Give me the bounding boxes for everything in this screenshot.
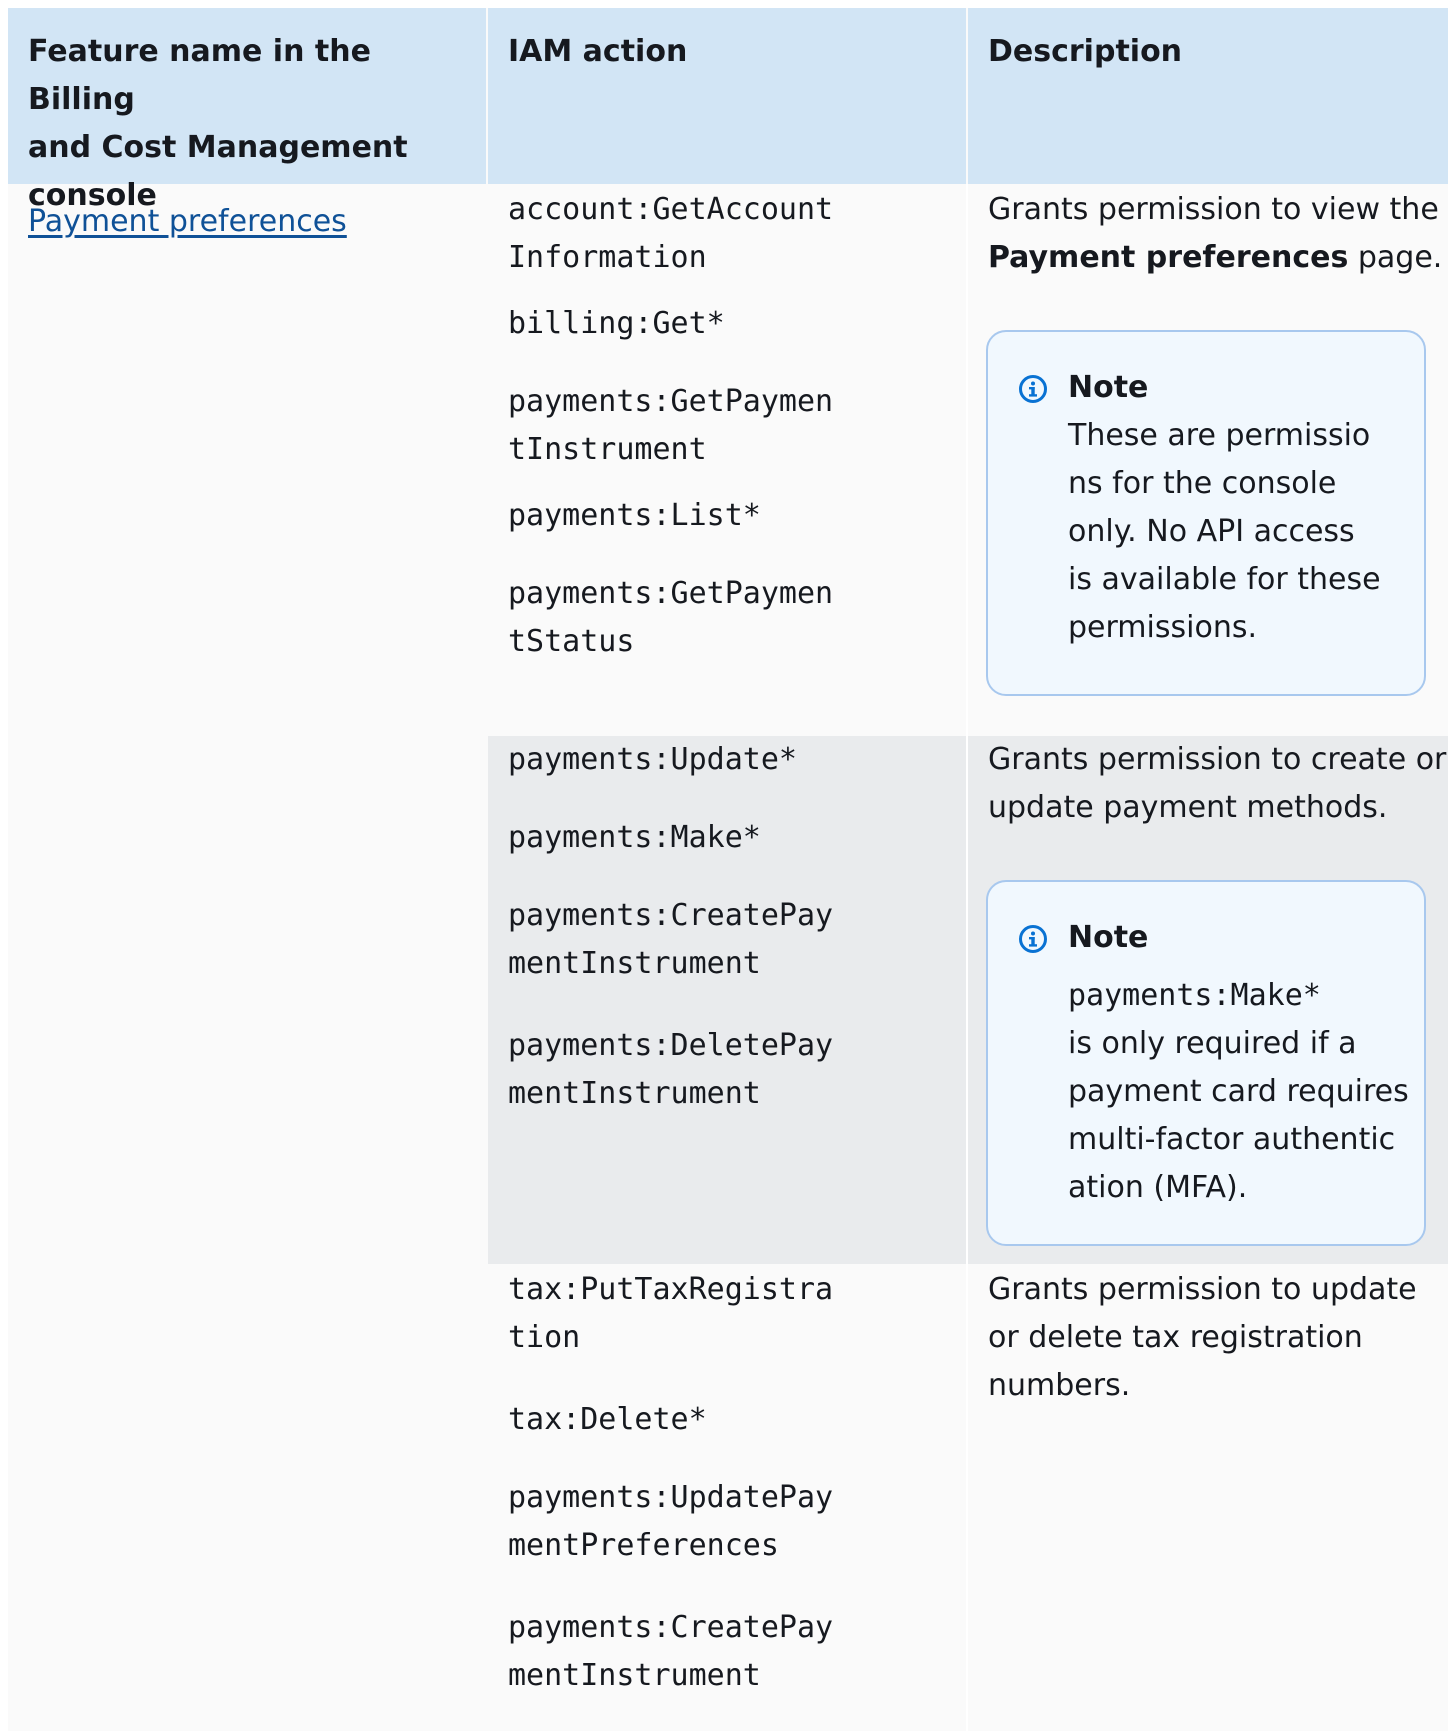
action-create-payment-instrument: payments:CreatePay mentInstrument — [508, 1604, 833, 1700]
action-put-tax-registration: tax:PutTaxRegistra tion — [508, 1266, 833, 1362]
action-payments-list: payments:List* — [508, 492, 761, 540]
row-2-description: Grants permission to create or update pa… — [988, 736, 1446, 832]
action-line: tStatus — [508, 624, 635, 659]
header-description-label: Description — [988, 34, 1183, 69]
action-line: payments:Make* — [508, 820, 761, 855]
description-bold-text: Payment preferences — [988, 240, 1349, 275]
action-line: mentInstrument — [508, 1076, 761, 1111]
action-line: mentPreferences — [508, 1528, 779, 1563]
info-icon — [1019, 925, 1047, 953]
action-line: tax:PutTaxRegistra — [508, 1272, 834, 1307]
note-code: payments:Make* — [1068, 978, 1321, 1013]
action-line: mentInstrument — [508, 1658, 761, 1693]
header-feature-line: Feature name in the Billing — [28, 34, 371, 117]
action-line: payments:DeletePay — [508, 1028, 834, 1063]
info-icon — [1019, 375, 1047, 403]
header-iam-action: IAM action — [488, 8, 966, 184]
action-payments-update: payments:Update* — [508, 736, 797, 784]
action-get-payment-instrument: payments:GetPaymen tInstrument — [508, 378, 833, 474]
note-line: only. No API access — [1068, 514, 1355, 549]
note-line: multi-factor authentic — [1068, 1122, 1396, 1157]
action-line: tax:Delete* — [508, 1402, 707, 1437]
action-line: account:GetAccount — [508, 192, 834, 227]
action-line: Information — [508, 240, 707, 275]
action-line: payments:CreatePay — [508, 898, 834, 933]
action-line: payments:Update* — [508, 742, 797, 777]
action-line: payments:UpdatePay — [508, 1480, 834, 1515]
column-divider — [966, 184, 968, 1731]
row-3-description: Grants permission to update or delete ta… — [988, 1266, 1417, 1410]
description-line: Grants permission to view the — [988, 192, 1439, 227]
note-line: is available for these — [1068, 562, 1381, 597]
action-line: tInstrument — [508, 432, 707, 467]
note-callout: Note These are permissio ns for the cons… — [986, 330, 1426, 696]
header-description: Description — [968, 8, 1448, 184]
action-line: payments:CreatePay — [508, 1610, 834, 1645]
action-line: mentInstrument — [508, 946, 761, 981]
action-tax-delete: tax:Delete* — [508, 1396, 707, 1444]
action-get-account-information: account:GetAccount Information — [508, 186, 833, 282]
payment-preferences-link[interactable]: Payment preferences — [28, 198, 347, 246]
note-body: payments:Make* is only required if a pay… — [1068, 972, 1409, 1212]
action-line: billing:Get* — [508, 306, 725, 341]
action-update-payment-preferences: payments:UpdatePay mentPreferences — [508, 1474, 833, 1570]
action-billing-get: billing:Get* — [508, 300, 725, 348]
action-line: payments:GetPaymen — [508, 576, 834, 611]
description-text: page. — [1348, 240, 1443, 275]
description-line: update payment methods. — [988, 790, 1388, 825]
description-line: Grants permission to update — [988, 1272, 1417, 1307]
note-title: Note — [1068, 370, 1149, 405]
row-1-description: Grants permission to view the Payment pr… — [988, 186, 1442, 282]
note-callout: Note payments:Make* is only required if … — [986, 880, 1426, 1246]
header-iam-action-label: IAM action — [508, 34, 688, 69]
action-get-payment-status: payments:GetPaymen tStatus — [508, 570, 833, 666]
action-line: tion — [508, 1320, 581, 1355]
action-payments-make: payments:Make* — [508, 814, 761, 862]
note-line: ns for the console — [1068, 466, 1337, 501]
action-create-payment-instrument: payments:CreatePay mentInstrument — [508, 892, 833, 988]
note-line: ation (MFA). — [1068, 1170, 1248, 1205]
note-line: These are permissio — [1068, 418, 1371, 453]
action-delete-payment-instrument: payments:DeletePay mentInstrument — [508, 1022, 833, 1118]
description-line: Grants permission to create or — [988, 742, 1447, 777]
note-title: Note — [1068, 920, 1149, 955]
header-feature-line: and Cost Management — [28, 130, 408, 165]
note-line: is only required if a — [1068, 1026, 1357, 1061]
note-line: permissions. — [1068, 610, 1257, 645]
description-line: or delete tax registration — [988, 1320, 1363, 1355]
permissions-table: Feature name in the Billing and Cost Man… — [8, 8, 1448, 1731]
action-line: payments:GetPaymen — [508, 384, 834, 419]
description-line: numbers. — [988, 1368, 1131, 1403]
note-body: These are permissio ns for the console o… — [1068, 412, 1381, 652]
description-line: Payment preferences page. — [988, 234, 1442, 282]
action-line: payments:List* — [508, 498, 761, 533]
header-feature-name: Feature name in the Billing and Cost Man… — [8, 8, 486, 213]
note-line: payment card requires — [1068, 1074, 1409, 1109]
